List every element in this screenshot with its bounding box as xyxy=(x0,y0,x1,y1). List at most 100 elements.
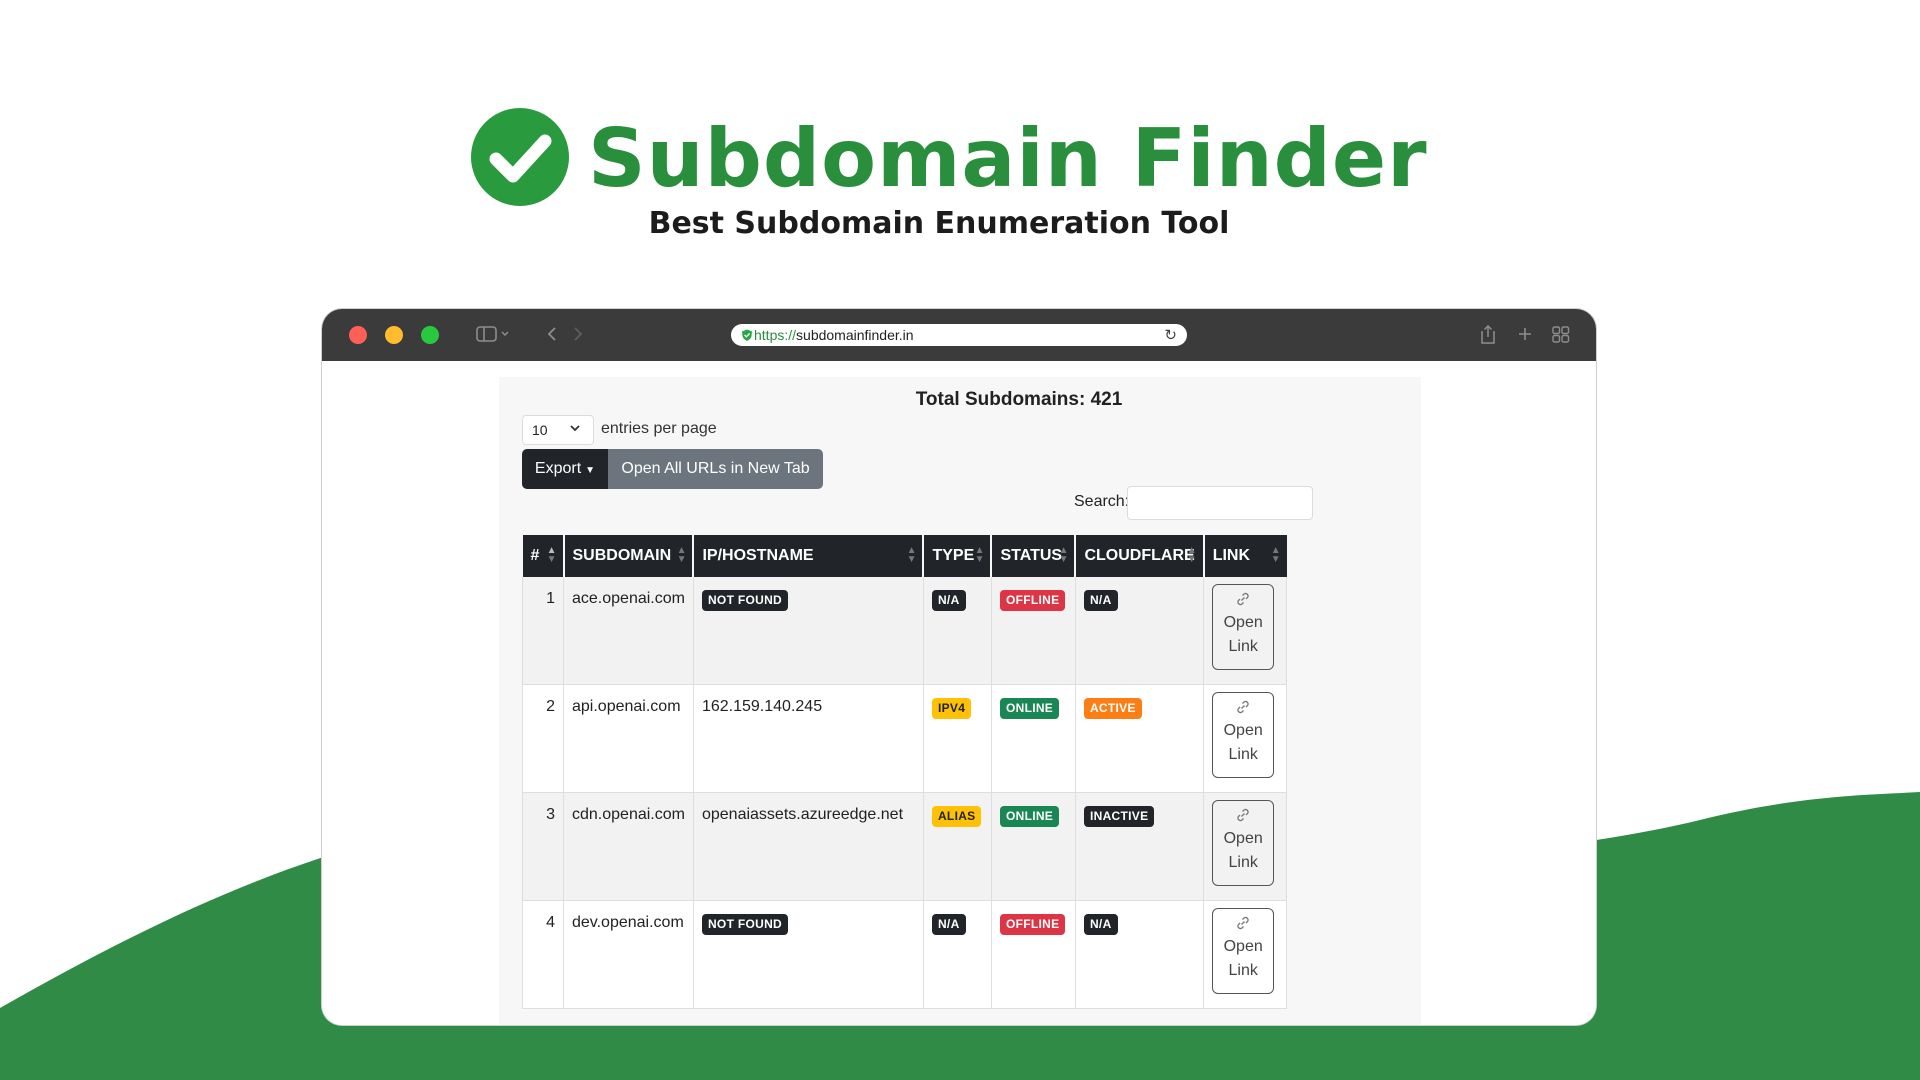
status-cell: ONLINE xyxy=(991,684,1076,793)
sort-icon: ▲ ▼ xyxy=(906,545,917,565)
open-link-button[interactable]: Open Link xyxy=(1212,692,1275,778)
tab-overview-icon[interactable] xyxy=(1551,323,1571,350)
subdomain-cell: dev.openai.com xyxy=(563,900,694,1009)
type-badge: N/A xyxy=(931,914,966,935)
column-header-subdomain[interactable]: SUBDOMAIN ▲ ▼ xyxy=(563,535,695,577)
search-input[interactable] xyxy=(1127,486,1313,520)
open-link-button[interactable]: Open Link xyxy=(1212,908,1275,994)
table-body: 1 ace.openai.com NOT FOUND N/A OFFLINE N/A Ope… xyxy=(522,577,1288,1009)
cloudflare-cell: N/A xyxy=(1075,577,1205,685)
status-cell: OFFLINE xyxy=(991,577,1076,685)
link-icon xyxy=(1213,915,1273,935)
brand-title: Subdomain Finder xyxy=(588,112,1428,205)
share-icon[interactable] xyxy=(1479,323,1497,350)
open-all-urls-button[interactable]: Open All URLs in New Tab xyxy=(608,449,823,489)
total-subdomains: Total Subdomains: 421 xyxy=(915,389,1123,410)
column-header-cloudflare[interactable]: CLOUDFLARE ▲ ▼ xyxy=(1075,535,1205,577)
cloudflare-badge: INACTIVE xyxy=(1083,806,1155,827)
back-icon[interactable] xyxy=(545,323,559,350)
subdomain-cell: api.openai.com xyxy=(563,684,694,793)
open-link-button[interactable]: Open Link xyxy=(1212,584,1275,670)
results-panel: Total Subdomains: 421 10 entries per pag… xyxy=(499,377,1421,1025)
ip-hostname-cell: 162.159.140.245 xyxy=(693,684,924,793)
not-found-badge: NOT FOUND xyxy=(701,590,788,611)
cloudflare-badge: N/A xyxy=(1083,914,1118,935)
new-tab-icon[interactable] xyxy=(1516,323,1534,350)
brand-tagline: Best Subdomain Enumeration Tool xyxy=(648,206,1230,241)
type-cell: N/A xyxy=(923,577,992,685)
cloudflare-cell: INACTIVE xyxy=(1075,792,1205,901)
column-header-number[interactable]: # ▲ ▼ xyxy=(522,535,565,577)
cloudflare-badge: N/A xyxy=(1083,590,1118,611)
check-circle-icon xyxy=(471,108,569,206)
minimize-window-button[interactable] xyxy=(385,326,403,344)
table-row: 2 api.openai.com 162.159.140.245 IPV4 ONLINE… xyxy=(522,684,1288,793)
subdomain-table: # ▲ ▼ SUBDOMAIN ▲ ▼ IP/HOSTNAME ▲ ▼ TYPE ▲ ▼ STA… xyxy=(522,535,1288,1009)
search-label: Search: xyxy=(1074,493,1130,510)
entries-per-page-select[interactable]: 10 xyxy=(522,415,594,445)
address-bar[interactable]: https://subdomainfinder.in ↻ xyxy=(731,324,1187,346)
browser-window: https://subdomainfinder.in ↻ Total Subdo… xyxy=(322,309,1596,1025)
column-header-ip-hostname[interactable]: IP/HOSTNAME ▲ ▼ xyxy=(693,535,925,577)
browser-titlebar: https://subdomainfinder.in ↻ xyxy=(322,309,1596,361)
column-header-type[interactable]: TYPE ▲ ▼ xyxy=(923,535,993,577)
type-cell: N/A xyxy=(923,900,992,1009)
table-row: 1 ace.openai.com NOT FOUND N/A OFFLINE N/A Ope… xyxy=(522,577,1288,685)
table-header-row: # ▲ ▼ SUBDOMAIN ▲ ▼ IP/HOSTNAME ▲ ▼ TYPE ▲ ▼ STA… xyxy=(522,535,1287,577)
status-cell: ONLINE xyxy=(991,792,1076,901)
row-number: 4 xyxy=(522,900,564,1009)
reload-icon[interactable]: ↻ xyxy=(1164,326,1177,344)
ip-hostname-cell: openaiassets.azureedge.net xyxy=(693,792,924,901)
cloudflare-cell: ACTIVE xyxy=(1075,684,1205,793)
status-cell: OFFLINE xyxy=(991,900,1076,1009)
row-number: 3 xyxy=(522,792,564,901)
table-row: 4 dev.openai.com NOT FOUND N/A OFFLINE N/A Ope… xyxy=(522,900,1288,1009)
link-cell: Open Link xyxy=(1203,577,1288,685)
row-number: 1 xyxy=(522,577,564,685)
forward-icon[interactable] xyxy=(571,323,585,350)
sidebar-toggle-icon[interactable] xyxy=(476,323,512,350)
type-badge: IPV4 xyxy=(931,698,972,719)
ip-hostname-cell: NOT FOUND xyxy=(693,900,924,1009)
subdomain-cell: ace.openai.com xyxy=(563,577,694,685)
link-icon xyxy=(1213,699,1273,719)
status-badge: ONLINE xyxy=(999,698,1060,719)
cloudflare-badge: ACTIVE xyxy=(1083,698,1142,719)
page-content: Total Subdomains: 421 10 entries per pag… xyxy=(322,361,1596,1025)
sort-icon: ▲ ▼ xyxy=(1270,545,1281,565)
subdomain-cell: cdn.openai.com xyxy=(563,792,694,901)
link-cell: Open Link xyxy=(1203,900,1288,1009)
ip-hostname-cell: NOT FOUND xyxy=(693,577,924,685)
close-window-button[interactable] xyxy=(349,326,367,344)
sort-icon: ▲ ▼ xyxy=(1058,545,1069,565)
sort-asc-icon: ▲ ▼ xyxy=(546,545,557,565)
table-row: 3 cdn.openai.com openaiassets.azureedge.ne… xyxy=(522,792,1288,901)
column-header-status[interactable]: STATUS ▲ ▼ xyxy=(991,535,1077,577)
open-link-button[interactable]: Open Link xyxy=(1212,800,1275,886)
entries-per-page-label: entries per page xyxy=(601,420,717,437)
column-header-link[interactable]: LINK ▲ ▼ xyxy=(1203,535,1287,577)
type-cell: IPV4 xyxy=(923,684,992,793)
export-dropdown-button[interactable]: Export ▼ xyxy=(522,449,608,489)
type-cell: ALIAS xyxy=(923,792,992,901)
not-found-badge: NOT FOUND xyxy=(701,914,788,935)
row-number: 2 xyxy=(522,684,564,793)
link-icon xyxy=(1213,807,1273,827)
url-text: https://subdomainfinder.in xyxy=(754,327,914,343)
sort-icon: ▲ ▼ xyxy=(676,545,687,565)
cloudflare-cell: N/A xyxy=(1075,900,1205,1009)
link-cell: Open Link xyxy=(1203,684,1288,793)
status-badge: OFFLINE xyxy=(999,590,1066,611)
zoom-window-button[interactable] xyxy=(421,326,439,344)
type-badge: N/A xyxy=(931,590,966,611)
caret-down-icon: ▼ xyxy=(585,465,596,476)
secure-shield-icon xyxy=(742,329,752,341)
link-icon xyxy=(1213,591,1273,611)
type-badge: ALIAS xyxy=(931,806,982,827)
sort-icon: ▲ ▼ xyxy=(974,545,985,565)
status-badge: ONLINE xyxy=(999,806,1060,827)
sort-icon: ▲ ▼ xyxy=(1186,545,1197,565)
link-cell: Open Link xyxy=(1203,792,1288,901)
chevron-down-icon xyxy=(569,421,581,438)
status-badge: OFFLINE xyxy=(999,914,1066,935)
